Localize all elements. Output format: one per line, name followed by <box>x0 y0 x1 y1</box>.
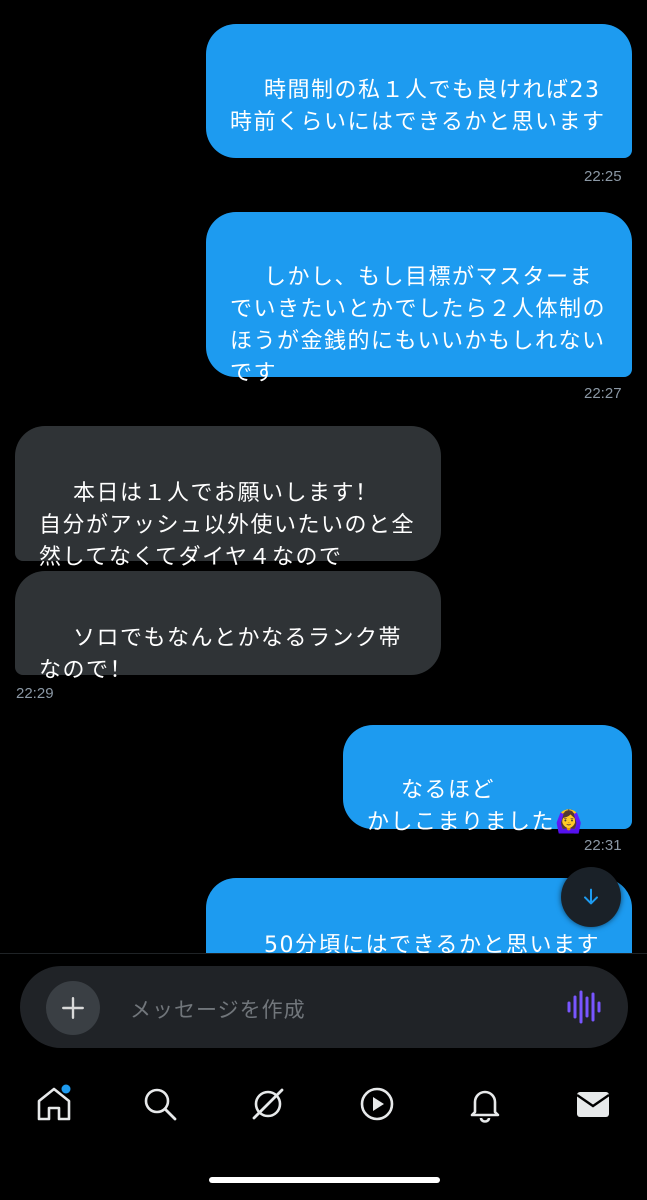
tab-notifications[interactable] <box>465 1084 505 1124</box>
tab-search[interactable] <box>140 1084 180 1124</box>
composer-divider <box>0 953 647 954</box>
tab-messages[interactable] <box>573 1084 613 1124</box>
tab-video[interactable] <box>357 1084 397 1124</box>
play-icon <box>360 1087 394 1121</box>
message-text: 時間制の私１人でも良ければ23時前くらいにはできるかと思います <box>230 78 606 135</box>
message-text: ソロでもなんとかなるランク帯なので！ <box>39 626 402 683</box>
home-icon <box>37 1084 71 1121</box>
message-text: 50分頃にはできるかと思いますので準備が出来次第またご連絡い <box>263 933 601 953</box>
message-list[interactable]: 時間制の私１人でも良ければ23時前くらいにはできるかと思います 22:25 しか… <box>0 0 647 953</box>
message-timestamp: 22:31 <box>584 837 622 854</box>
message-timestamp: 22:29 <box>16 685 54 702</box>
add-media-button[interactable] <box>46 981 100 1035</box>
received-message[interactable]: 本日は１人でお願いします！ 自分がアッシュ以外使いたいのと全然してなくてダイヤ４… <box>15 426 441 570</box>
grok-icon <box>252 1088 284 1120</box>
sent-message[interactable]: なるほど かしこまりました🙆‍♀️ <box>343 725 632 835</box>
tab-grok[interactable] <box>248 1084 288 1124</box>
voice-message-button[interactable] <box>566 988 602 1026</box>
message-input[interactable]: メッセージを作成 <box>130 994 306 1024</box>
message-text: なるほど かしこまりました🙆‍♀️ <box>367 778 584 835</box>
bottom-tab-bar <box>0 1070 647 1140</box>
search-icon <box>144 1088 177 1121</box>
message-composer: メッセージを作成 <box>20 966 628 1048</box>
message-timestamp: 22:25 <box>584 168 622 185</box>
received-message[interactable]: ソロでもなんとかなるランク帯なので！ <box>15 571 441 683</box>
message-text: しかし、もし目標がマスターまでいきたいとかでしたら２人体制のほうが金銭的にもいい… <box>230 265 607 386</box>
plus-icon <box>62 997 84 1019</box>
mail-icon <box>576 1092 610 1117</box>
bell-icon <box>470 1090 500 1123</box>
scroll-to-bottom-button[interactable] <box>561 867 621 927</box>
sent-message[interactable]: 時間制の私１人でも良ければ23時前くらいにはできるかと思います <box>206 24 632 158</box>
tab-home[interactable] <box>34 1084 74 1124</box>
message-text: 本日は１人でお願いします！ 自分がアッシュ以外使いたいのと全然してなくてダイヤ４… <box>39 481 416 570</box>
arrow-down-icon <box>584 888 598 905</box>
home-indicator <box>209 1177 440 1183</box>
voice-waveform-icon <box>567 990 601 1024</box>
message-timestamp: 22:27 <box>584 385 622 402</box>
sent-message[interactable]: しかし、もし目標がマスターまでいきたいとかでしたら２人体制のほうが金銭的にもいい… <box>206 212 632 386</box>
